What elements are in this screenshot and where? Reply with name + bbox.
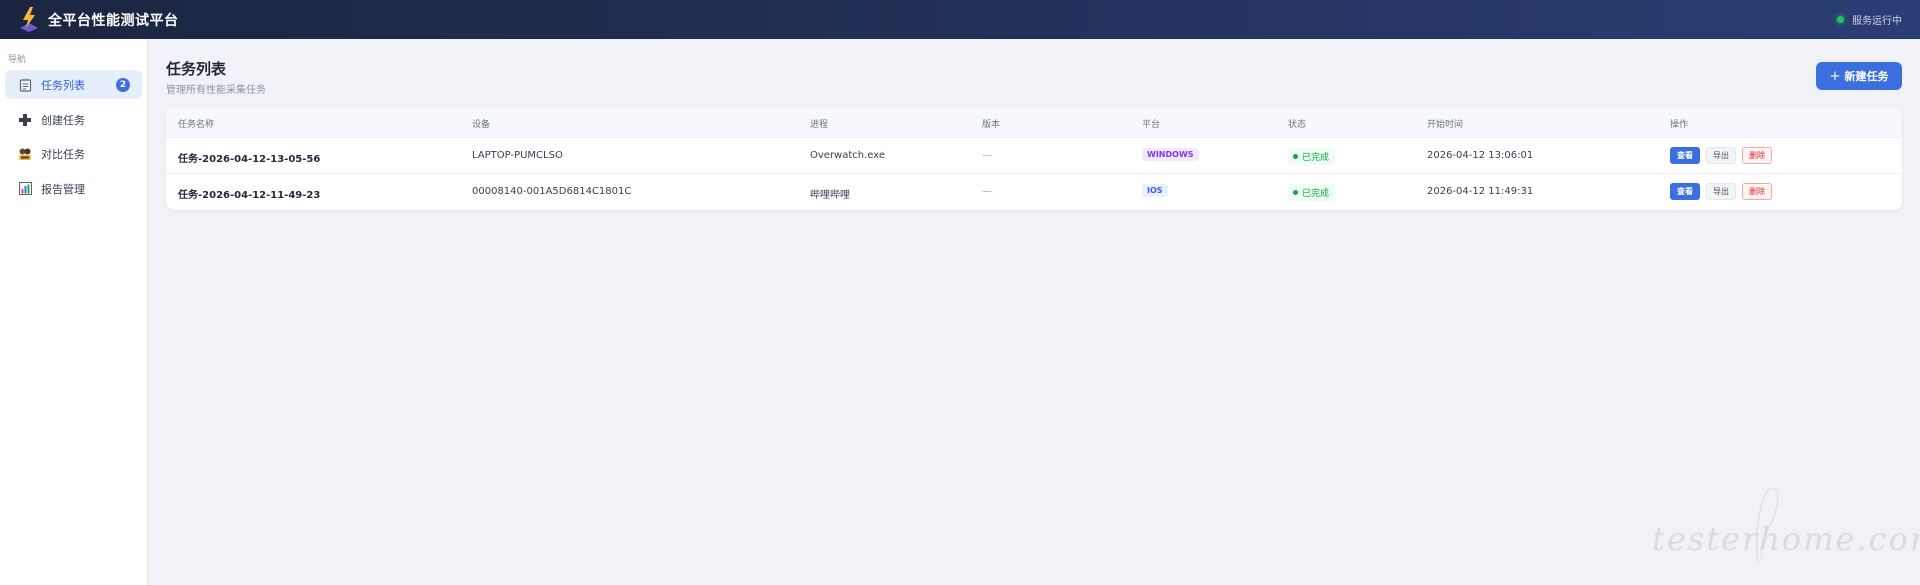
- service-status-label: 服务运行中: [1852, 16, 1902, 27]
- sidebar-item-create-task[interactable]: 创建任务: [5, 105, 142, 134]
- export-button[interactable]: 导出: [1706, 183, 1736, 200]
- platform-badge: IOS: [1142, 184, 1168, 197]
- status-label: 已完成: [1302, 189, 1330, 199]
- status-label: 已完成: [1302, 153, 1330, 163]
- bar-chart-icon: [18, 182, 32, 196]
- column-header-status[interactable]: 状态: [1288, 117, 1306, 130]
- plus-icon: +: [1829, 68, 1841, 84]
- column-header-task-name[interactable]: 任务名称: [178, 117, 214, 130]
- service-status: 服务运行中: [1837, 12, 1902, 27]
- device-name: 00008140-001A5D6814C1801C: [472, 186, 632, 197]
- platform-badge: WINDOWS: [1142, 148, 1199, 161]
- view-button[interactable]: 查看: [1670, 183, 1700, 200]
- column-header-start-time[interactable]: 开始时间: [1427, 117, 1463, 130]
- start-time: 2026-04-12 11:49:31: [1427, 186, 1534, 197]
- sidebar-item-label: 报告管理: [41, 182, 85, 196]
- view-button[interactable]: 查看: [1670, 147, 1700, 164]
- status-dot-icon: [1837, 16, 1844, 23]
- version-value: —: [982, 150, 992, 161]
- column-header-platform[interactable]: 平台: [1142, 117, 1160, 130]
- page-title: 任务列表: [166, 60, 227, 78]
- top-header-bar: 全平台性能测试平台 服务运行中: [0, 0, 1920, 39]
- column-header-process[interactable]: 进程: [810, 117, 828, 130]
- device-name: LAPTOP-PUMCLSO: [472, 150, 563, 161]
- table-row[interactable]: 任务-2026-04-12-13-05-56 LAPTOP-PUMCLSO Ov…: [166, 138, 1902, 174]
- nav-section-label: 导航: [8, 55, 27, 65]
- task-name: 任务-2026-04-12-13-05-56: [178, 154, 321, 165]
- lightning-logo-icon: [20, 7, 38, 32]
- status-badge: 已完成: [1288, 184, 1336, 201]
- watermark-text: testerhome.com: [1652, 520, 1920, 558]
- sidebar-item-label: 对比任务: [41, 147, 85, 161]
- sidebar-item-task-list[interactable]: 任务列表 2: [5, 70, 142, 99]
- status-dot-icon: [1293, 190, 1298, 195]
- column-header-actions: 操作: [1670, 120, 1689, 130]
- clipboard-icon: [18, 78, 32, 92]
- delete-button[interactable]: 删除: [1742, 147, 1772, 164]
- table-row[interactable]: 任务-2026-04-12-11-49-23 00008140-001A5D68…: [166, 174, 1902, 210]
- delete-button[interactable]: 删除: [1742, 183, 1772, 200]
- status-badge: 已完成: [1288, 148, 1336, 165]
- process-name: Overwatch.exe: [810, 150, 886, 161]
- page-subtitle: 管理所有性能采集任务: [166, 85, 266, 96]
- task-name: 任务-2026-04-12-11-49-23: [178, 190, 321, 201]
- status-dot-icon: [1293, 154, 1298, 159]
- process-name: 哔哩哔哩: [810, 190, 850, 201]
- sidebar-item-compare-task[interactable]: 对比任务: [5, 139, 142, 168]
- new-task-label: 新建任务: [1844, 70, 1889, 83]
- sidebar: 导航 任务列表 2 创建任务 对比任务 报告管理: [0, 39, 148, 585]
- compare-icon: [18, 147, 32, 161]
- table-header: 任务名称 设备 进程 版本 平台 状态 开始时间 操作: [166, 107, 1902, 138]
- sidebar-item-label: 创建任务: [41, 113, 85, 127]
- column-header-device[interactable]: 设备: [472, 117, 490, 130]
- column-header-version[interactable]: 版本: [982, 117, 1000, 130]
- new-task-button[interactable]: + 新建任务: [1816, 62, 1902, 90]
- app-title: 全平台性能测试平台: [48, 13, 179, 29]
- task-count-badge: 2: [116, 78, 130, 92]
- sidebar-item-label: 任务列表: [41, 78, 85, 92]
- sidebar-item-report-management[interactable]: 报告管理: [5, 174, 142, 203]
- start-time: 2026-04-12 13:06:01: [1427, 150, 1534, 161]
- version-value: —: [982, 186, 992, 197]
- plus-icon: [18, 113, 32, 127]
- task-table: 任务名称 设备 进程 版本 平台 状态 开始时间 操作 任务-2026-04-1…: [166, 107, 1902, 210]
- export-button[interactable]: 导出: [1706, 147, 1736, 164]
